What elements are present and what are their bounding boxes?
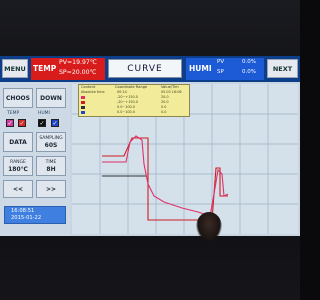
legend-row-value: 20.0: [161, 95, 169, 99]
humi-pv-value: 0.0%: [242, 59, 256, 65]
legend-row-range: 0.0~100.0: [117, 105, 135, 109]
humi-pv-label: PV: [217, 59, 225, 65]
finger-touch: [196, 212, 222, 242]
next-page-button[interactable]: NEXT: [267, 59, 298, 78]
legend-swatch: [81, 111, 85, 114]
time-button[interactable]: TIME 8H: [36, 156, 66, 176]
scroll-left-button[interactable]: <<: [3, 180, 33, 198]
humi-label: HUMI: [189, 64, 212, 73]
humi-sp-value: 0.0%: [242, 69, 256, 75]
temp-sp-toggle[interactable]: ✓: [18, 119, 26, 127]
clock-time: 16:08:51: [11, 208, 35, 214]
humi-toggle-label: HUMI: [38, 111, 50, 116]
legend-row-value: 0.0: [161, 105, 167, 109]
range-button[interactable]: RANGE 180℃: [3, 156, 33, 176]
legend-row-range: -20~+150.0: [117, 95, 138, 99]
time-value: 8H: [46, 166, 56, 173]
legend-row-range: 0.0~100.0: [117, 110, 135, 114]
humi-sp-toggle[interactable]: ✓: [51, 119, 59, 127]
temp-label: TEMP: [33, 64, 57, 73]
temp-pv-toggle[interactable]: ✓: [6, 119, 14, 127]
menu-button[interactable]: MENU: [2, 59, 28, 78]
legend-row-range: 00:14: [117, 90, 127, 94]
temp-status-panel[interactable]: TEMP PV=19.97℃ SP=20.00℃: [31, 58, 105, 80]
clock-date: 2015-01-22: [11, 215, 42, 221]
range-label: RANGE: [10, 160, 26, 165]
legend-row: 0.0~100.0 0.0: [81, 110, 189, 115]
top-bar: MENU TEMP PV=19.97℃ SP=20.00℃ CURVE HUMI…: [0, 56, 300, 82]
clock-display: 16:08:51 2015-01-22: [4, 206, 66, 224]
curve-legend: Content Coordinate Range Value/Tim Absol…: [78, 84, 190, 117]
data-button[interactable]: DATA: [3, 132, 33, 152]
legend-row-value: 20.0: [161, 100, 169, 104]
range-value: 180℃: [8, 166, 28, 173]
legend-swatch: [81, 101, 85, 104]
legend-row-name: Absolute time: [81, 90, 105, 94]
temp-toggle-label: TEMP: [7, 111, 20, 116]
sampling-value: 60S: [44, 142, 58, 149]
legend-row-value: 0.0: [161, 110, 167, 114]
humi-pv-toggle[interactable]: ✓: [38, 119, 46, 127]
sampling-button[interactable]: SAMPLING 60S: [36, 132, 66, 152]
touch-screen: MENU TEMP PV=19.97℃ SP=20.00℃ CURVE HUMI…: [0, 56, 300, 236]
temp-pv-value: PV=19.97℃: [59, 59, 97, 66]
legend-swatch: [81, 96, 85, 99]
legend-row-range: -20~+150.0: [117, 100, 138, 104]
down-button[interactable]: DOWN: [36, 88, 66, 108]
choose-button[interactable]: CHOOS: [3, 88, 33, 108]
legend-row-value: 05.03 16:06: [161, 90, 182, 94]
time-label: TIME: [45, 160, 57, 165]
curve-title: CURVE: [108, 59, 182, 78]
legend-swatch: [81, 106, 85, 109]
sampling-label: SAMPLING: [39, 136, 63, 141]
humi-status-panel[interactable]: HUMI PV SP 0.0% 0.0%: [186, 58, 264, 80]
temp-sp-value: SP=20.00℃: [59, 69, 97, 76]
scroll-right-button[interactable]: >>: [36, 180, 66, 198]
humi-sp-label: SP: [217, 69, 224, 75]
